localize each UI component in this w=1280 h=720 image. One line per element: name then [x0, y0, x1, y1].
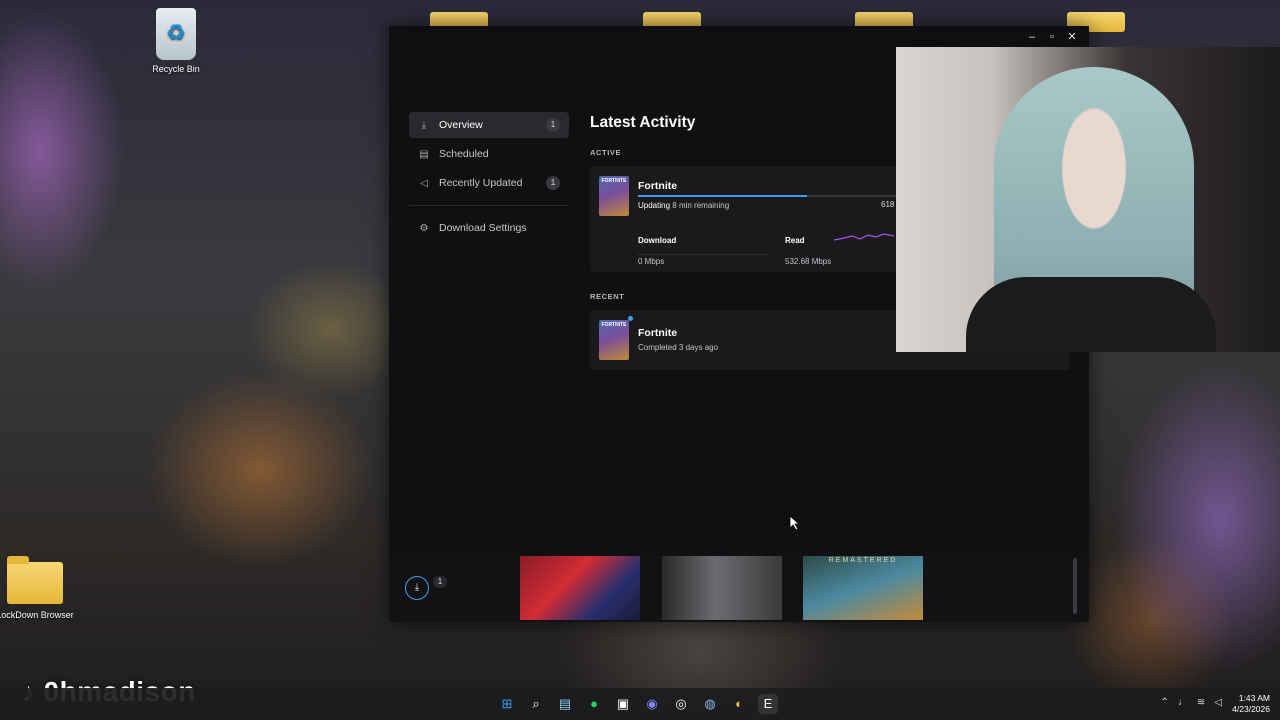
- count-badge: 1: [546, 176, 560, 190]
- downloads-button[interactable]: ⤓: [405, 576, 429, 600]
- notification-dot: [628, 316, 633, 321]
- gear-icon: ⚙: [419, 222, 429, 234]
- folder-icon: [7, 556, 63, 604]
- alien-tile[interactable]: [662, 556, 782, 620]
- chevron-up-icon[interactable]: ⌃: [1161, 697, 1169, 708]
- sidebar-divider: [409, 205, 569, 206]
- windows-taskbar: ⊞ ⌕ ▤ ● ▣ ◉ ◎ ◍ ◐ E ⌃ ♩ ≋ ◁ 1:43 AM 4/23…: [0, 688, 1280, 720]
- size-value: 618: [881, 200, 895, 209]
- microphone-icon[interactable]: ♩: [1178, 697, 1188, 708]
- close-icon[interactable]: ✕: [1065, 30, 1079, 44]
- minimize-icon[interactable]: –: [1025, 30, 1039, 44]
- status-detail: 8 min remaining: [672, 201, 730, 210]
- sidebar-item-scheduled[interactable]: ▤ Scheduled: [409, 141, 569, 167]
- status-prefix: Updating: [638, 201, 671, 210]
- count-badge: 1: [546, 118, 560, 132]
- download-icon: ⤓: [421, 119, 427, 131]
- sidebar-item-overview[interactable]: ⤓ Overview 1: [409, 112, 569, 138]
- calendar-icon: ▤: [419, 148, 429, 160]
- clock[interactable]: 1:43 AM 4/23/2026: [1232, 693, 1270, 715]
- maximize-icon[interactable]: ▫: [1045, 30, 1059, 44]
- download-label: Download: [638, 236, 677, 245]
- window-controls: – ▫ ✕: [1025, 30, 1079, 44]
- system-tray: ⌃ ♩ ≋ ◁: [1161, 697, 1222, 708]
- lockdown-browser-label: LockDown Browser: [0, 610, 74, 620]
- notepad-icon[interactable]: ▤: [555, 694, 575, 714]
- bioshock-tile[interactable]: REMASTERED: [803, 556, 923, 620]
- recycle-bin-desktop-icon[interactable]: Recycle Bin: [136, 8, 216, 74]
- scrollbar[interactable]: [1073, 558, 1077, 614]
- bottom-bar: ⤓ 1 REMASTERED: [389, 556, 1089, 622]
- fortnite-thumbnail: [599, 320, 629, 360]
- megaphone-icon: ◁: [420, 177, 428, 189]
- spotify-icon[interactable]: ●: [584, 694, 604, 714]
- sidebar-item-recently-updated[interactable]: ◁ Recently Updated 1: [409, 170, 569, 196]
- download-value: 0 Mbps: [638, 257, 665, 266]
- obs-icon[interactable]: ◎: [671, 694, 691, 714]
- downloads-sidebar: ⤓ Overview 1 ▤ Scheduled ◁ Recently Upda…: [409, 112, 569, 244]
- epic-games-icon[interactable]: E: [758, 694, 778, 714]
- progress-bar: [638, 195, 898, 197]
- time: 1:43 AM: [1238, 693, 1270, 703]
- sidebar-item-download-settings[interactable]: ⚙ Download Settings: [409, 215, 569, 241]
- bioshock-caption: REMASTERED: [828, 557, 898, 564]
- rocket-league-tile[interactable]: [520, 556, 640, 620]
- sidebar-item-label: Scheduled: [439, 148, 489, 160]
- discord-icon[interactable]: ◉: [642, 694, 662, 714]
- download-count-badge: 1: [433, 576, 447, 588]
- app-icon[interactable]: ▣: [613, 694, 633, 714]
- sidebar-item-label: Recently Updated: [439, 177, 523, 189]
- mouse-cursor-icon: [789, 515, 801, 531]
- lockdown-browser-desktop-icon[interactable]: LockDown Browser: [0, 556, 75, 620]
- search-icon[interactable]: ⌕: [526, 694, 546, 714]
- webcam-overlay: [896, 47, 1280, 352]
- read-sparkline: [834, 233, 894, 241]
- game-title: Fortnite: [638, 327, 678, 339]
- wifi-icon[interactable]: ≋: [1197, 697, 1205, 708]
- steam-icon[interactable]: ◍: [700, 694, 720, 714]
- download-sparkline: [638, 254, 768, 255]
- date: 4/23/2026: [1232, 704, 1270, 714]
- chrome-icon[interactable]: ◐: [729, 694, 749, 714]
- progress-fill: [638, 195, 807, 197]
- game-title: Fortnite: [638, 180, 678, 192]
- read-value: 532.68 Mbps: [785, 257, 832, 266]
- recycle-bin-label: Recycle Bin: [152, 64, 200, 74]
- speaker-icon[interactable]: ◁: [1214, 697, 1222, 708]
- sidebar-item-label: Overview: [439, 119, 483, 131]
- streamer-body: [966, 277, 1216, 352]
- sidebar-item-label: Download Settings: [439, 222, 527, 234]
- recycle-bin-icon: [156, 8, 196, 60]
- windows-start-icon[interactable]: ⊞: [497, 694, 517, 714]
- fortnite-thumbnail: [599, 176, 629, 216]
- read-label: Read: [785, 236, 805, 245]
- update-status: Updating 8 min remaining: [638, 201, 729, 210]
- completed-status: Completed 3 days ago: [638, 343, 719, 352]
- taskbar-apps: ⊞ ⌕ ▤ ● ▣ ◉ ◎ ◍ ◐ E: [497, 694, 778, 714]
